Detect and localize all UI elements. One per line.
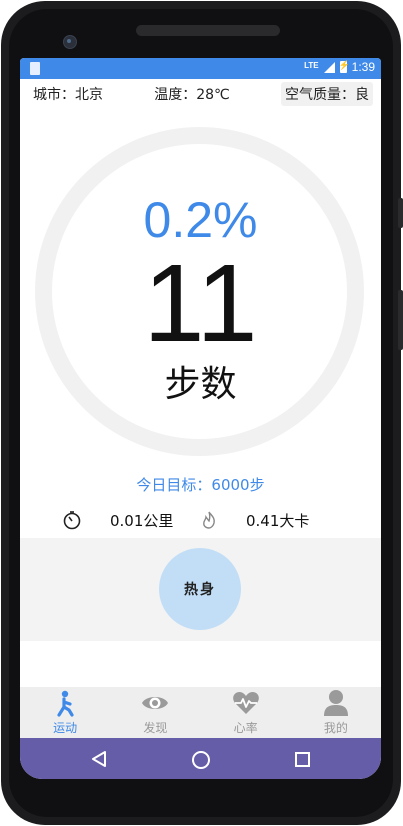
tab-label-heart-rate: 心率: [233, 721, 258, 735]
progress-percent: 0.2%: [143, 192, 258, 248]
eye-icon: [141, 692, 169, 718]
tab-discover[interactable]: 发现: [110, 687, 200, 738]
daily-goal: 今日目标：6000步: [136, 476, 265, 494]
timer-icon: [62, 510, 82, 534]
tab-sport[interactable]: 运动: [20, 687, 110, 738]
tab-profile[interactable]: 我的: [291, 687, 381, 738]
step-count: 11: [143, 242, 258, 365]
status-bar: LTE 1:39: [20, 58, 381, 79]
warmup-button[interactable]: 热身: [159, 548, 241, 630]
tab-heart-rate[interactable]: 心率: [201, 687, 291, 738]
stats-row: 0.01公里 0.41大卡: [20, 508, 381, 532]
power-button: [398, 290, 403, 350]
home-icon[interactable]: [192, 751, 210, 769]
front-camera: [63, 35, 77, 49]
weather-info-bar: 城市：北京 温度：28℃ 空气质量：良: [20, 79, 381, 109]
user-icon: [323, 689, 349, 721]
run-icon: [52, 690, 78, 722]
city-label: 城市：北京: [33, 87, 103, 103]
system-nav-bar: [20, 738, 381, 779]
calories-value: 0.41大卡: [246, 512, 310, 530]
speaker-grille: [136, 25, 280, 36]
air-quality-label: 空气质量：良: [280, 82, 373, 106]
status-indicators: LTE 1:39: [304, 60, 375, 74]
heart-rate-icon: [232, 691, 260, 719]
tab-label-discover: 发现: [143, 721, 168, 735]
tab-label-profile: 我的: [323, 721, 348, 735]
temperature-label: 温度：28℃: [154, 87, 230, 103]
sim-card-icon: [30, 62, 40, 75]
back-icon[interactable]: [91, 750, 107, 772]
tab-label-sport: 运动: [53, 721, 78, 735]
distance-value: 0.01公里: [110, 512, 174, 530]
network-type: LTE: [304, 60, 319, 70]
step-unit-label: 步数: [164, 364, 237, 405]
battery-charging-icon: [339, 60, 350, 73]
flame-icon: [200, 510, 218, 534]
recents-icon[interactable]: [295, 752, 310, 767]
signal-icon: [323, 61, 335, 73]
volume-button: [398, 198, 403, 228]
status-time: 1:39: [351, 60, 375, 74]
app-screen: LTE 1:39 城市：北京 温度：28℃ 空气质量：良 0.2% 11 步数 …: [20, 58, 381, 779]
bottom-tab-bar: 运动 发现 心率 我的: [20, 687, 381, 738]
